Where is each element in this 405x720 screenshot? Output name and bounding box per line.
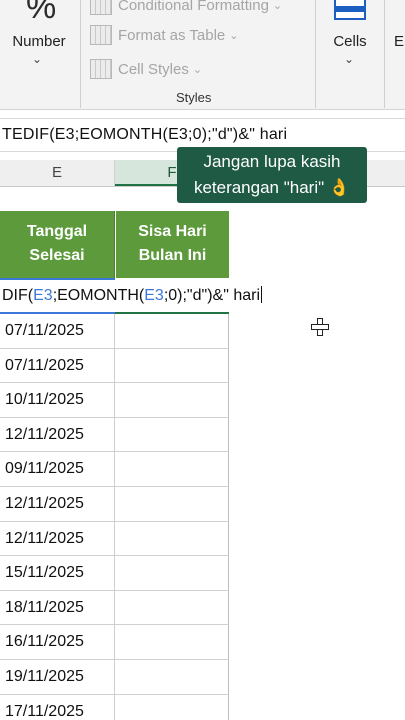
table-row: 12/11/2025 bbox=[0, 521, 229, 557]
chevron-down-icon: ⌄ bbox=[344, 52, 355, 66]
editing-group-label[interactable]: E bbox=[394, 33, 404, 50]
styles-group-label: Styles bbox=[176, 90, 212, 105]
caption-tooltip: Jangan lupa kasih keterangan "hari" 👌 bbox=[177, 147, 367, 203]
table-header-tanggal-selesai[interactable]: Tanggal Selesai bbox=[0, 211, 115, 278]
ribbon-separator bbox=[315, 0, 316, 108]
header-line: Selesai bbox=[29, 247, 85, 264]
table-row: 07/11/2025 bbox=[0, 314, 229, 349]
cell-tanggal[interactable]: 12/11/2025 bbox=[0, 521, 115, 556]
cells-label: Cells bbox=[333, 33, 367, 50]
header-line: Bulan Ini bbox=[138, 247, 207, 264]
cell-sisa-hari[interactable] bbox=[115, 659, 229, 694]
cell-tanggal[interactable]: 15/11/2025 bbox=[0, 556, 115, 590]
cell-tanggal[interactable]: 17/11/2025 bbox=[0, 694, 115, 720]
cell-tanggal[interactable]: 16/11/2025 bbox=[0, 625, 115, 659]
column-header-e[interactable]: E bbox=[0, 160, 115, 186]
ribbon-separator bbox=[384, 0, 385, 108]
cell-tanggal[interactable]: 12/11/2025 bbox=[0, 486, 115, 521]
in-cell-formula[interactable]: DIF(E3;EOMONTH(E3;0);"d")&" hari bbox=[2, 286, 262, 305]
cell-tanggal[interactable]: 12/11/2025 bbox=[0, 417, 115, 452]
header-line: Sisa Hari bbox=[138, 223, 207, 240]
cell-sisa-hari[interactable] bbox=[115, 452, 229, 486]
cell-reference: E3 bbox=[33, 287, 53, 304]
cell-sisa-hari[interactable] bbox=[115, 417, 229, 452]
table-row: 17/11/2025 bbox=[0, 694, 229, 720]
cells-icon bbox=[334, 0, 366, 20]
chevron-down-icon: ⌄ bbox=[192, 63, 203, 76]
cell-styles-icon bbox=[90, 59, 112, 79]
header-line: Tanggal bbox=[26, 223, 88, 240]
table-header-sisa-hari[interactable]: Sisa Hari Bulan Ini bbox=[116, 211, 229, 278]
cell-tanggal[interactable]: 10/11/2025 bbox=[0, 383, 115, 417]
number-label: Number bbox=[12, 33, 66, 50]
text-caret bbox=[261, 286, 262, 303]
table-row: 12/11/2025 bbox=[0, 417, 229, 453]
cell-styles-label: Cell Styles bbox=[118, 60, 189, 78]
cell-sisa-hari[interactable] bbox=[115, 314, 229, 348]
cell-sisa-hari[interactable] bbox=[115, 521, 229, 556]
table-row: 15/11/2025 bbox=[0, 556, 229, 591]
percent-icon: % bbox=[26, 0, 57, 26]
cell-sisa-hari[interactable] bbox=[115, 590, 229, 625]
format-as-table-button[interactable]: Format as Table ⌄ bbox=[90, 22, 239, 48]
editing-cell-row[interactable]: DIF(E3;EOMONTH(E3;0);"d")&" hari bbox=[0, 278, 405, 314]
cell-sisa-hari[interactable] bbox=[115, 694, 229, 720]
cell-sisa-hari[interactable] bbox=[115, 625, 229, 659]
cell-sisa-hari[interactable] bbox=[115, 486, 229, 521]
data-grid: 07/11/2025 07/11/2025 10/11/2025 12/11/2… bbox=[0, 314, 229, 720]
conditional-formatting-label: Conditional Formatting bbox=[118, 0, 269, 14]
formula-text[interactable]: TEDIF(E3;EOMONTH(E3;0);"d")&" hari bbox=[2, 126, 287, 144]
table-row: 12/11/2025 bbox=[0, 486, 229, 522]
tooltip-line: keterangan "hari" 👌 bbox=[193, 178, 351, 197]
cell-styles-button[interactable]: Cell Styles ⌄ bbox=[90, 56, 202, 82]
cells-button[interactable]: Cells ⌄ bbox=[328, 0, 372, 82]
ribbon: % Number ⌄ Conditional Formatting ⌄ Form… bbox=[0, 0, 405, 110]
cell-tanggal[interactable]: 09/11/2025 bbox=[0, 452, 115, 486]
cross-cursor-icon bbox=[311, 318, 329, 336]
table-row: 16/11/2025 bbox=[0, 625, 229, 660]
format-as-table-icon bbox=[90, 25, 112, 45]
cell-tanggal[interactable]: 07/11/2025 bbox=[0, 314, 115, 348]
tooltip-line: Jangan lupa kasih bbox=[203, 152, 341, 171]
number-format-button[interactable]: % Number ⌄ bbox=[6, 0, 72, 82]
table-row: 07/11/2025 bbox=[0, 348, 229, 384]
cell-sisa-hari[interactable] bbox=[115, 348, 229, 383]
ribbon-separator bbox=[80, 0, 81, 108]
chevron-down-icon: ⌄ bbox=[32, 52, 43, 66]
table-row: 19/11/2025 bbox=[0, 659, 229, 695]
conditional-formatting-icon bbox=[90, 0, 112, 15]
table-row: 09/11/2025 bbox=[0, 452, 229, 487]
cell-reference: E3 bbox=[144, 287, 164, 304]
conditional-formatting-button[interactable]: Conditional Formatting ⌄ bbox=[90, 0, 282, 18]
table-row: 18/11/2025 bbox=[0, 590, 229, 626]
cell-sisa-hari[interactable] bbox=[115, 383, 229, 417]
cell-tanggal[interactable]: 19/11/2025 bbox=[0, 659, 115, 694]
table-row: 10/11/2025 bbox=[0, 383, 229, 418]
cell-tanggal[interactable]: 18/11/2025 bbox=[0, 590, 115, 625]
cell-sisa-hari[interactable] bbox=[115, 556, 229, 590]
cell-tanggal[interactable]: 07/11/2025 bbox=[0, 348, 115, 383]
format-as-table-label: Format as Table bbox=[118, 26, 226, 44]
chevron-down-icon: ⌄ bbox=[272, 0, 283, 12]
chevron-down-icon: ⌄ bbox=[229, 29, 239, 42]
